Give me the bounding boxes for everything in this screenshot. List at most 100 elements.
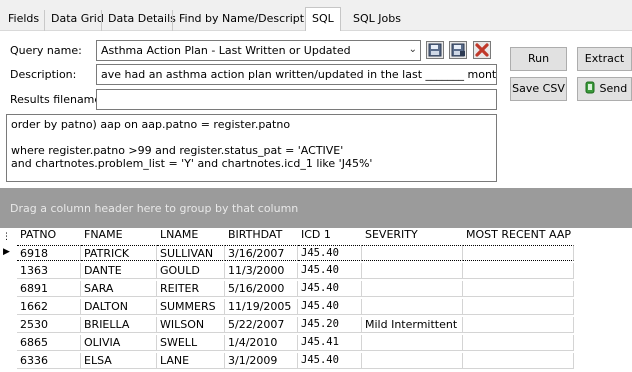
cell-patno[interactable]: 6865 <box>17 335 81 351</box>
cell-icd1[interactable]: J45.40 <box>298 281 362 297</box>
cell-severity[interactable] <box>362 353 463 369</box>
grid-menu-icon[interactable]: ⋮ <box>2 230 11 245</box>
results-filename-field[interactable] <box>96 89 497 110</box>
cell-fname[interactable]: OLIVIA <box>81 335 157 351</box>
extract-button-label: Extract <box>584 52 625 65</box>
cell-patno[interactable]: 6918 <box>17 245 81 261</box>
tab-data-details[interactable]: Data Details <box>101 10 182 31</box>
save-csv-button[interactable]: Save CSV <box>510 77 567 101</box>
col-header-patno[interactable]: PATNO <box>20 228 56 243</box>
cell-most-recent-aap[interactable] <box>463 263 574 279</box>
cell-fname[interactable]: SARA <box>81 281 157 297</box>
cell-fname[interactable]: PATRICK <box>81 245 157 261</box>
table-row[interactable]: 1363 DANTE GOULD 11/3/2000 J45.40 <box>0 263 632 279</box>
cell-lname[interactable]: SWELL <box>157 335 225 351</box>
save-as-query-button[interactable] <box>449 41 467 59</box>
cell-birthdat[interactable]: 11/19/2005 <box>225 299 298 315</box>
row-indicator-icon: ▶ <box>3 247 10 257</box>
table-row[interactable]: 2530 BRIELLA WILSON 5/22/2007 J45.20 Mild Int… <box>0 317 632 333</box>
col-header-severity[interactable]: SEVERITY <box>365 228 418 243</box>
cell-severity[interactable]: Mild Intermittent <box>362 317 463 333</box>
delete-x-icon <box>475 43 489 57</box>
sql-line: and chartnotes.problem_list = 'Y' and ch… <box>11 157 373 170</box>
col-header-most-recent-aap[interactable]: MOST RECENT AAP <box>466 228 571 243</box>
cell-severity[interactable] <box>362 245 463 261</box>
tab-data-grid[interactable]: Data Grid <box>44 10 110 31</box>
cell-lname[interactable]: WILSON <box>157 317 225 333</box>
sql-line: order by patno) aap on aap.patno = regis… <box>11 118 291 131</box>
cell-icd1[interactable]: J45.40 <box>298 299 362 315</box>
cell-most-recent-aap[interactable] <box>463 299 574 315</box>
cell-icd1[interactable]: J45.40 <box>298 353 362 369</box>
send-button-label: Send <box>599 82 628 95</box>
sql-editor[interactable]: order by patno) aap on aap.patno = regis… <box>6 114 497 182</box>
cell-most-recent-aap[interactable] <box>463 245 574 261</box>
tab-fields[interactable]: Fields <box>2 10 45 31</box>
table-row[interactable]: 6336 ELSA LANE 3/1/2009 J45.40 <box>0 353 632 369</box>
tab-sql-jobs[interactable]: SQL Jobs <box>347 10 407 31</box>
cell-most-recent-aap[interactable] <box>463 353 574 369</box>
chevron-down-icon[interactable]: ⌄ <box>409 44 417 55</box>
cell-fname[interactable]: ELSA <box>81 353 157 369</box>
results-filename-label: Results filename: <box>10 93 105 106</box>
cell-birthdat[interactable]: 3/16/2007 <box>225 245 298 261</box>
cell-fname[interactable]: DANTE <box>81 263 157 279</box>
cell-lname[interactable]: SULLIVAN <box>157 245 225 261</box>
col-header-lname[interactable]: LNAME <box>160 228 198 243</box>
cell-icd1[interactable]: J45.40 <box>298 245 362 261</box>
send-button[interactable]: Send <box>577 77 632 101</box>
send-icon <box>585 81 595 94</box>
tab-find-by-name[interactable]: Find by Name/Description <box>172 10 327 31</box>
cell-fname[interactable]: BRIELLA <box>81 317 157 333</box>
cell-fname[interactable]: DALTON <box>81 299 157 315</box>
query-name-label: Query name: <box>10 44 82 57</box>
table-row[interactable]: ▶ 6918 PATRICK SULLIVAN 3/16/2007 J45.40 <box>0 245 632 261</box>
query-name-combo[interactable]: Asthma Action Plan - Last Written or Upd… <box>96 40 421 61</box>
cell-patno[interactable]: 1662 <box>17 299 81 315</box>
cell-birthdat[interactable]: 3/1/2009 <box>225 353 298 369</box>
col-header-fname[interactable]: FNAME <box>84 228 123 243</box>
cell-birthdat[interactable]: 5/22/2007 <box>225 317 298 333</box>
cell-severity[interactable] <box>362 281 463 297</box>
cell-lname[interactable]: SUMMERS <box>157 299 225 315</box>
cell-lname[interactable]: REITER <box>157 281 225 297</box>
results-grid: ⋮ PATNO FNAME LNAME BIRTHDAT ICD 1 SEVER… <box>0 228 632 372</box>
cell-icd1[interactable]: J45.41 <box>298 335 362 351</box>
group-by-hint: Drag a column header here to group by th… <box>10 202 299 215</box>
cell-birthdat[interactable]: 1/4/2010 <box>225 335 298 351</box>
cell-birthdat[interactable]: 11/3/2000 <box>225 263 298 279</box>
description-label: Description: <box>10 68 77 81</box>
floppy-icon <box>428 43 442 57</box>
cell-patno[interactable]: 6336 <box>17 353 81 369</box>
cell-most-recent-aap[interactable] <box>463 335 574 351</box>
cell-patno[interactable]: 6891 <box>17 281 81 297</box>
extract-button[interactable]: Extract <box>577 47 632 71</box>
table-row[interactable]: 1662 DALTON SUMMERS 11/19/2005 J45.40 <box>0 299 632 315</box>
run-button[interactable]: Run <box>510 47 567 71</box>
run-button-label: Run <box>527 52 550 65</box>
save-csv-button-label: Save CSV <box>512 82 565 95</box>
cell-severity[interactable] <box>362 335 463 351</box>
description-field[interactable]: ave had an asthma action plan written/up… <box>96 64 497 85</box>
cell-icd1[interactable]: J45.40 <box>298 263 362 279</box>
cell-severity[interactable] <box>362 299 463 315</box>
cell-icd1[interactable]: J45.20 <box>298 317 362 333</box>
cell-lname[interactable]: GOULD <box>157 263 225 279</box>
group-by-panel[interactable]: Drag a column header here to group by th… <box>0 188 632 228</box>
col-header-birthdat[interactable]: BIRTHDAT <box>228 228 282 243</box>
cell-birthdat[interactable]: 5/16/2000 <box>225 281 298 297</box>
table-row[interactable]: 6891 SARA REITER 5/16/2000 J45.40 <box>0 281 632 297</box>
cell-most-recent-aap[interactable] <box>463 281 574 297</box>
save-query-button[interactable] <box>426 41 444 59</box>
delete-query-button[interactable] <box>473 41 491 59</box>
sql-line: where register.patno >99 and register.st… <box>11 144 344 157</box>
cell-patno[interactable]: 2530 <box>17 317 81 333</box>
cell-severity[interactable] <box>362 263 463 279</box>
col-header-icd1[interactable]: ICD 1 <box>301 228 331 243</box>
table-row[interactable]: 6865 OLIVIA SWELL 1/4/2010 J45.41 <box>0 335 632 351</box>
cell-lname[interactable]: LANE <box>157 353 225 369</box>
tab-bar: Fields Data Grid Data Details Find by Na… <box>0 0 632 32</box>
cell-patno[interactable]: 1363 <box>17 263 81 279</box>
cell-most-recent-aap[interactable] <box>463 317 574 333</box>
tab-sql[interactable]: SQL <box>305 7 341 32</box>
